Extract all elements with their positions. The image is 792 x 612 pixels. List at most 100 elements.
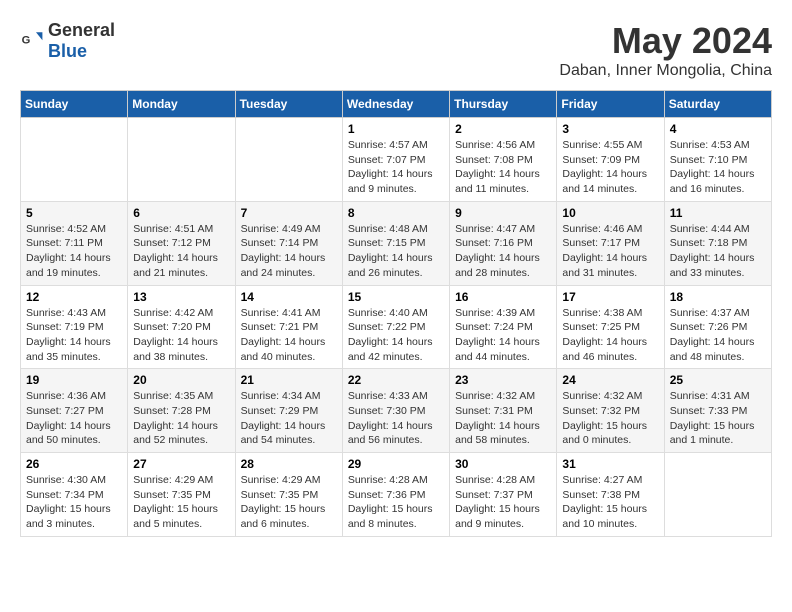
calendar-cell: 8Sunrise: 4:48 AM Sunset: 7:15 PM Daylig…	[342, 201, 449, 285]
month-title: May 2024	[559, 20, 772, 62]
day-info: Sunrise: 4:27 AM Sunset: 7:38 PM Dayligh…	[562, 473, 658, 532]
weekday-header: Tuesday	[235, 91, 342, 118]
day-info: Sunrise: 4:29 AM Sunset: 7:35 PM Dayligh…	[241, 473, 337, 532]
calendar-cell: 24 Sunrise: 4:32 AM Sunset: 7:32 PM Dayli…	[557, 369, 664, 453]
calendar-cell: 23Sunrise: 4:32 AM Sunset: 7:31 PM Dayli…	[450, 369, 557, 453]
calendar-cell: 28 Sunrise: 4:29 AM Sunset: 7:35 PM Dayli…	[235, 453, 342, 537]
day-number: 10	[562, 206, 658, 220]
calendar-cell	[235, 118, 342, 202]
day-number: 20	[133, 373, 229, 387]
day-number: 15	[348, 290, 444, 304]
calendar-cell: 5 Sunrise: 4:52 AM Sunset: 7:11 PM Daylig…	[21, 201, 128, 285]
day-number: 6	[133, 206, 229, 220]
day-info: Sunrise: 4:28 AM Sunset: 7:36 PM Dayligh…	[348, 473, 444, 532]
day-info: Sunrise: 4:41 AM Sunset: 7:21 PM Dayligh…	[241, 306, 337, 365]
title-area: May 2024 Daban, Inner Mongolia, China	[559, 20, 772, 80]
calendar-header-row: SundayMondayTuesdayWednesdayThursdayFrid…	[21, 91, 772, 118]
logo-general-text: General	[48, 20, 115, 40]
day-info: Sunrise: 4:35 AM Sunset: 7:28 PM Dayligh…	[133, 389, 229, 448]
calendar-week-row: 26Sunrise: 4:30 AM Sunset: 7:34 PM Dayli…	[21, 453, 772, 537]
weekday-header: Monday	[128, 91, 235, 118]
day-info: Sunrise: 4:52 AM Sunset: 7:11 PM Dayligh…	[26, 222, 122, 281]
day-info: Sunrise: 4:57 AM Sunset: 7:07 PM Dayligh…	[348, 138, 444, 197]
calendar-cell: 7 Sunrise: 4:49 AM Sunset: 7:14 PM Daylig…	[235, 201, 342, 285]
day-info: Sunrise: 4:32 AM Sunset: 7:32 PM Dayligh…	[562, 389, 658, 448]
calendar-cell: 30 Sunrise: 4:28 AM Sunset: 7:37 PM Dayli…	[450, 453, 557, 537]
calendar-cell: 31Sunrise: 4:27 AM Sunset: 7:38 PM Dayli…	[557, 453, 664, 537]
calendar-cell: 14 Sunrise: 4:41 AM Sunset: 7:21 PM Dayli…	[235, 285, 342, 369]
calendar-cell: 19 Sunrise: 4:36 AM Sunset: 7:27 PM Dayli…	[21, 369, 128, 453]
day-number: 3	[562, 122, 658, 136]
day-number: 22	[348, 373, 444, 387]
day-info: Sunrise: 4:56 AM Sunset: 7:08 PM Dayligh…	[455, 138, 551, 197]
calendar-cell: 1 Sunrise: 4:57 AM Sunset: 7:07 PM Daylig…	[342, 118, 449, 202]
day-number: 5	[26, 206, 122, 220]
calendar-week-row: 5 Sunrise: 4:52 AM Sunset: 7:11 PM Daylig…	[21, 201, 772, 285]
day-info: Sunrise: 4:44 AM Sunset: 7:18 PM Dayligh…	[670, 222, 766, 281]
calendar-table: SundayMondayTuesdayWednesdayThursdayFrid…	[20, 90, 772, 537]
day-number: 28	[241, 457, 337, 471]
calendar-cell: 27 Sunrise: 4:29 AM Sunset: 7:35 PM Dayli…	[128, 453, 235, 537]
day-info: Sunrise: 4:36 AM Sunset: 7:27 PM Dayligh…	[26, 389, 122, 448]
weekday-header: Wednesday	[342, 91, 449, 118]
day-info: Sunrise: 4:33 AM Sunset: 7:30 PM Dayligh…	[348, 389, 444, 448]
day-number: 17	[562, 290, 658, 304]
calendar-cell: 10 Sunrise: 4:46 AM Sunset: 7:17 PM Dayli…	[557, 201, 664, 285]
location-title: Daban, Inner Mongolia, China	[559, 62, 772, 80]
calendar-cell: 15 Sunrise: 4:40 AM Sunset: 7:22 PM Dayli…	[342, 285, 449, 369]
calendar-cell: 25Sunrise: 4:31 AM Sunset: 7:33 PM Dayli…	[664, 369, 771, 453]
day-info: Sunrise: 4:34 AM Sunset: 7:29 PM Dayligh…	[241, 389, 337, 448]
header: G General Blue May 2024 Daban, Inner Mon…	[20, 20, 772, 80]
calendar-cell: 20 Sunrise: 4:35 AM Sunset: 7:28 PM Dayli…	[128, 369, 235, 453]
calendar-week-row: 12Sunrise: 4:43 AM Sunset: 7:19 PM Dayli…	[21, 285, 772, 369]
day-info: Sunrise: 4:46 AM Sunset: 7:17 PM Dayligh…	[562, 222, 658, 281]
calendar-cell: 12Sunrise: 4:43 AM Sunset: 7:19 PM Dayli…	[21, 285, 128, 369]
calendar-cell: 6 Sunrise: 4:51 AM Sunset: 7:12 PM Daylig…	[128, 201, 235, 285]
day-number: 1	[348, 122, 444, 136]
day-info: Sunrise: 4:43 AM Sunset: 7:19 PM Dayligh…	[26, 306, 122, 365]
day-info: Sunrise: 4:49 AM Sunset: 7:14 PM Dayligh…	[241, 222, 337, 281]
day-info: Sunrise: 4:28 AM Sunset: 7:37 PM Dayligh…	[455, 473, 551, 532]
calendar-cell: 18Sunrise: 4:37 AM Sunset: 7:26 PM Dayli…	[664, 285, 771, 369]
logo: G General Blue	[20, 20, 115, 62]
day-number: 25	[670, 373, 766, 387]
day-info: Sunrise: 4:37 AM Sunset: 7:26 PM Dayligh…	[670, 306, 766, 365]
day-info: Sunrise: 4:40 AM Sunset: 7:22 PM Dayligh…	[348, 306, 444, 365]
day-number: 19	[26, 373, 122, 387]
day-number: 16	[455, 290, 551, 304]
day-number: 11	[670, 206, 766, 220]
calendar-cell: 22 Sunrise: 4:33 AM Sunset: 7:30 PM Dayli…	[342, 369, 449, 453]
calendar-cell: 3 Sunrise: 4:55 AM Sunset: 7:09 PM Daylig…	[557, 118, 664, 202]
day-number: 7	[241, 206, 337, 220]
day-info: Sunrise: 4:39 AM Sunset: 7:24 PM Dayligh…	[455, 306, 551, 365]
logo-icon: G	[20, 29, 44, 53]
calendar-cell: 13 Sunrise: 4:42 AM Sunset: 7:20 PM Dayli…	[128, 285, 235, 369]
weekday-header: Sunday	[21, 91, 128, 118]
weekday-header: Thursday	[450, 91, 557, 118]
day-info: Sunrise: 4:32 AM Sunset: 7:31 PM Dayligh…	[455, 389, 551, 448]
logo-blue-text: Blue	[48, 41, 87, 61]
svg-text:G: G	[22, 34, 31, 46]
day-info: Sunrise: 4:29 AM Sunset: 7:35 PM Dayligh…	[133, 473, 229, 532]
day-number: 27	[133, 457, 229, 471]
day-info: Sunrise: 4:38 AM Sunset: 7:25 PM Dayligh…	[562, 306, 658, 365]
day-number: 21	[241, 373, 337, 387]
day-number: 14	[241, 290, 337, 304]
calendar-week-row: 19 Sunrise: 4:36 AM Sunset: 7:27 PM Dayli…	[21, 369, 772, 453]
day-number: 29	[348, 457, 444, 471]
calendar-cell: 29 Sunrise: 4:28 AM Sunset: 7:36 PM Dayli…	[342, 453, 449, 537]
day-info: Sunrise: 4:47 AM Sunset: 7:16 PM Dayligh…	[455, 222, 551, 281]
day-number: 13	[133, 290, 229, 304]
day-info: Sunrise: 4:42 AM Sunset: 7:20 PM Dayligh…	[133, 306, 229, 365]
day-info: Sunrise: 4:53 AM Sunset: 7:10 PM Dayligh…	[670, 138, 766, 197]
calendar-cell: 4Sunrise: 4:53 AM Sunset: 7:10 PM Daylig…	[664, 118, 771, 202]
day-info: Sunrise: 4:51 AM Sunset: 7:12 PM Dayligh…	[133, 222, 229, 281]
calendar-cell: 26Sunrise: 4:30 AM Sunset: 7:34 PM Dayli…	[21, 453, 128, 537]
day-number: 24	[562, 373, 658, 387]
calendar-cell: 16 Sunrise: 4:39 AM Sunset: 7:24 PM Dayli…	[450, 285, 557, 369]
day-number: 8	[348, 206, 444, 220]
day-info: Sunrise: 4:30 AM Sunset: 7:34 PM Dayligh…	[26, 473, 122, 532]
calendar-cell: 21 Sunrise: 4:34 AM Sunset: 7:29 PM Dayli…	[235, 369, 342, 453]
day-info: Sunrise: 4:55 AM Sunset: 7:09 PM Dayligh…	[562, 138, 658, 197]
day-number: 30	[455, 457, 551, 471]
